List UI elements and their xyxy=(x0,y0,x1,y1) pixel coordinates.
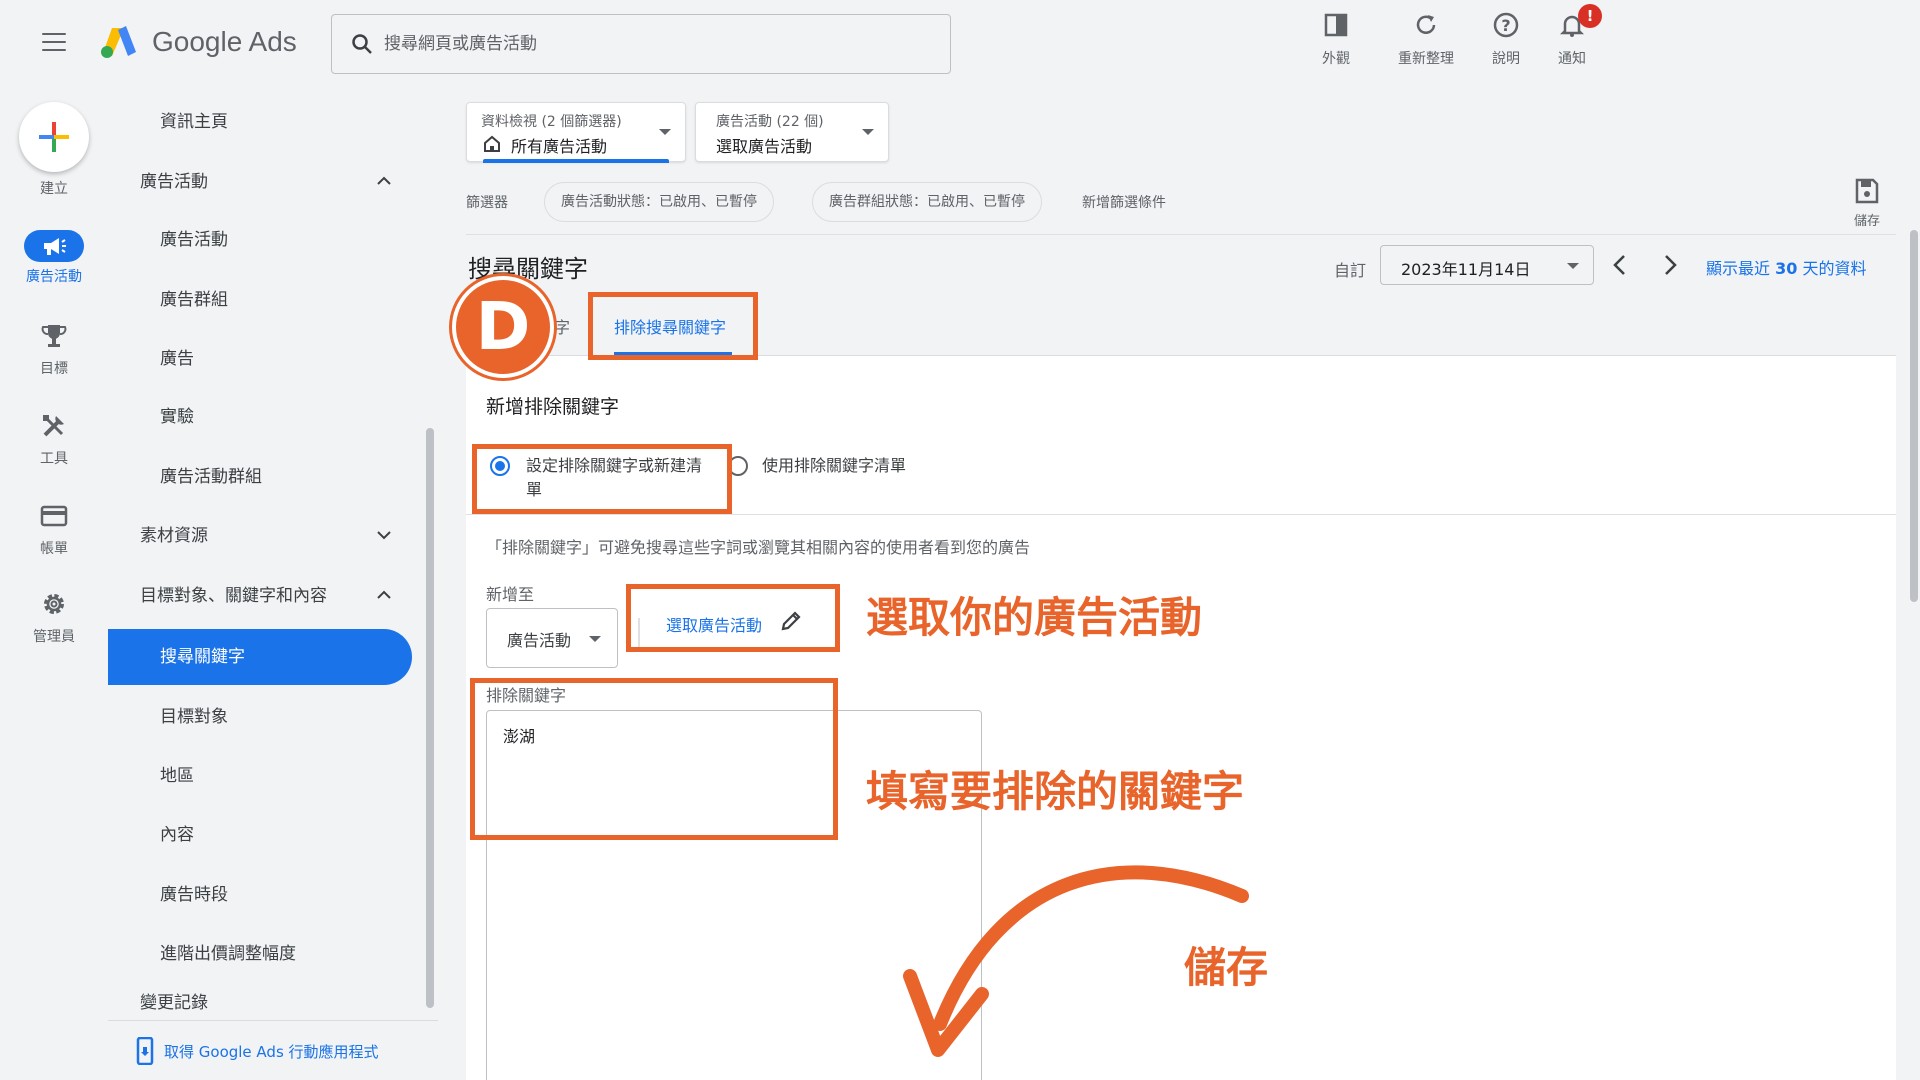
nav-group-change-history[interactable]: 變更記錄 xyxy=(108,986,413,1020)
nav-item-campaigns[interactable]: 廣告活動 xyxy=(108,212,413,268)
search-icon xyxy=(352,34,372,54)
filter-chip-campaign-status[interactable]: 廣告活動狀態：已啟用、已暫停 xyxy=(544,182,774,222)
annotation-box-select-campaign xyxy=(626,584,840,652)
nav-item-search-keywords[interactable]: 搜尋關鍵字 xyxy=(108,629,412,685)
add-filter-button[interactable]: 新增篩選條件 xyxy=(1082,192,1166,212)
notifications-button[interactable]: ! 通知 xyxy=(1532,4,1612,68)
help-icon: ? xyxy=(1493,12,1519,38)
annotation-arrow-icon xyxy=(903,865,1249,1057)
side-navigation: 資訊主頁 廣告活動 廣告活動 廣告群組 廣告 實驗 廣告活動群組 素材資源 目標… xyxy=(108,88,438,1080)
search-box[interactable] xyxy=(331,14,951,74)
date-range-type: 自訂 xyxy=(1334,261,1367,280)
save-icon xyxy=(1855,178,1879,204)
save-view-button[interactable]: 儲存 xyxy=(1842,178,1892,229)
annotation-box-tab xyxy=(588,292,758,360)
refresh-button[interactable]: 重新整理 xyxy=(1386,12,1466,68)
chevron-up-icon xyxy=(377,176,391,185)
nav-item-content[interactable]: 內容 xyxy=(108,807,413,863)
view-dropdown[interactable]: 資料檢視 (2 個篩選器) 所有廣告活動 xyxy=(466,102,686,163)
annotation-select-campaign: 選取你的廣告活動 xyxy=(866,593,1203,642)
chevron-up-icon xyxy=(377,590,391,599)
top-bar: Google Ads 外觀 重新整理 ? 說明 ! 通知 xyxy=(0,0,1920,88)
nav-group-audiences-keywords-content[interactable]: 目標對象、關鍵字和內容 xyxy=(108,568,413,624)
megaphone-icon xyxy=(44,238,66,255)
nav-group-assets[interactable]: 素材資源 xyxy=(108,508,413,564)
nav-item-overview[interactable]: 資訊主頁 xyxy=(108,94,413,150)
rail-item-admin[interactable]: 管理員 xyxy=(0,590,108,646)
nav-item-experiments[interactable]: 實驗 xyxy=(108,389,413,445)
campaign-dropdown[interactable]: 廣告活動 (22 個) 選取廣告活動 xyxy=(695,102,889,162)
main-scrollbar[interactable] xyxy=(1910,230,1918,602)
rail-item-campaigns[interactable]: 廣告活動 xyxy=(0,230,108,286)
caret-down-icon xyxy=(589,636,601,642)
annotation-fill-keywords: 填寫要排除的關鍵字 xyxy=(866,767,1245,816)
nav-footer: 取得 Google Ads 行動應用程式 xyxy=(108,1020,438,1080)
create-button[interactable] xyxy=(19,102,89,172)
nav-group-campaigns[interactable]: 廣告活動 xyxy=(108,154,413,210)
svg-text:?: ? xyxy=(1501,16,1510,35)
nav-item-audiences[interactable]: 目標對象 xyxy=(108,689,413,745)
app-name: Google Ads xyxy=(152,26,297,57)
filter-chip-adgroup-status[interactable]: 廣告群組狀態：已啟用、已暫停 xyxy=(812,182,1042,222)
rail-item-tools[interactable]: 工具 xyxy=(0,412,108,468)
add-to-dropdown[interactable]: 廣告活動 xyxy=(486,608,618,668)
rail-item-goals[interactable]: 目標 xyxy=(0,322,108,378)
search-input[interactable] xyxy=(384,27,924,61)
filters-label: 篩選器 xyxy=(466,195,508,211)
radio-use-list-label: 使用排除關鍵字清單 xyxy=(762,456,907,475)
title-bar: 搜尋關鍵字 自訂 2023年11月14日 顯示最近 30 天的資料 xyxy=(466,234,1896,294)
plus-icon xyxy=(39,122,69,152)
add-to-label: 新增至 xyxy=(486,585,535,604)
menu-icon[interactable] xyxy=(42,33,66,51)
nav-item-ad-schedule[interactable]: 廣告時段 xyxy=(108,867,413,923)
step-badge: D xyxy=(452,276,554,378)
gear-icon xyxy=(44,594,64,614)
chevron-left-icon[interactable] xyxy=(1606,251,1634,279)
nav-item-advanced-bid-adjustments[interactable]: 進階出價調整幅度 xyxy=(108,926,413,982)
phone-icon xyxy=(136,1037,154,1065)
caret-down-icon xyxy=(1567,263,1579,269)
caret-down-icon xyxy=(862,129,874,135)
nav-item-campaign-groups[interactable]: 廣告活動群組 xyxy=(108,449,413,505)
chevron-down-icon xyxy=(377,531,391,540)
chevron-right-icon[interactable] xyxy=(1656,251,1684,279)
nav-scrollbar[interactable] xyxy=(426,428,434,1008)
caret-down-icon xyxy=(659,129,671,135)
get-mobile-app-link[interactable]: 取得 Google Ads 行動應用程式 xyxy=(164,1041,379,1062)
annotation-box-keywords xyxy=(470,678,838,840)
home-icon xyxy=(484,135,500,152)
trophy-icon xyxy=(41,325,67,347)
tab-search-keywords[interactable]: 字 xyxy=(554,314,570,338)
notification-badge: ! xyxy=(1578,4,1602,28)
form-description: 「排除關鍵字」可避免搜尋這些字詞或瀏覽其相關內容的使用者看到您的廣告 xyxy=(486,538,1031,557)
filter-row: 篩選器 廣告活動狀態：已啟用、已暫停 廣告群組狀態：已啟用、已暫停 新增篩選條件… xyxy=(466,178,1896,229)
annotation-box-radio xyxy=(472,444,732,514)
form-title: 新增排除關鍵字 xyxy=(486,396,620,418)
credit-card-icon xyxy=(40,505,68,527)
tools-icon xyxy=(43,415,64,437)
show-last-30-days-link[interactable]: 顯示最近 30 天的資料 xyxy=(1706,255,1866,279)
date-picker[interactable]: 2023年11月14日 xyxy=(1380,245,1594,285)
appearance-button[interactable]: 外觀 xyxy=(1296,12,1376,68)
nav-item-ads[interactable]: 廣告 xyxy=(108,331,413,387)
refresh-icon xyxy=(1416,15,1436,34)
rail-create-label: 建立 xyxy=(40,181,68,197)
appearance-icon xyxy=(1324,13,1348,37)
google-ads-logo-icon xyxy=(101,26,136,58)
rail-item-billing[interactable]: 帳單 xyxy=(0,502,108,558)
nav-item-ad-groups[interactable]: 廣告群組 xyxy=(108,272,413,328)
nav-item-locations[interactable]: 地區 xyxy=(108,748,413,804)
